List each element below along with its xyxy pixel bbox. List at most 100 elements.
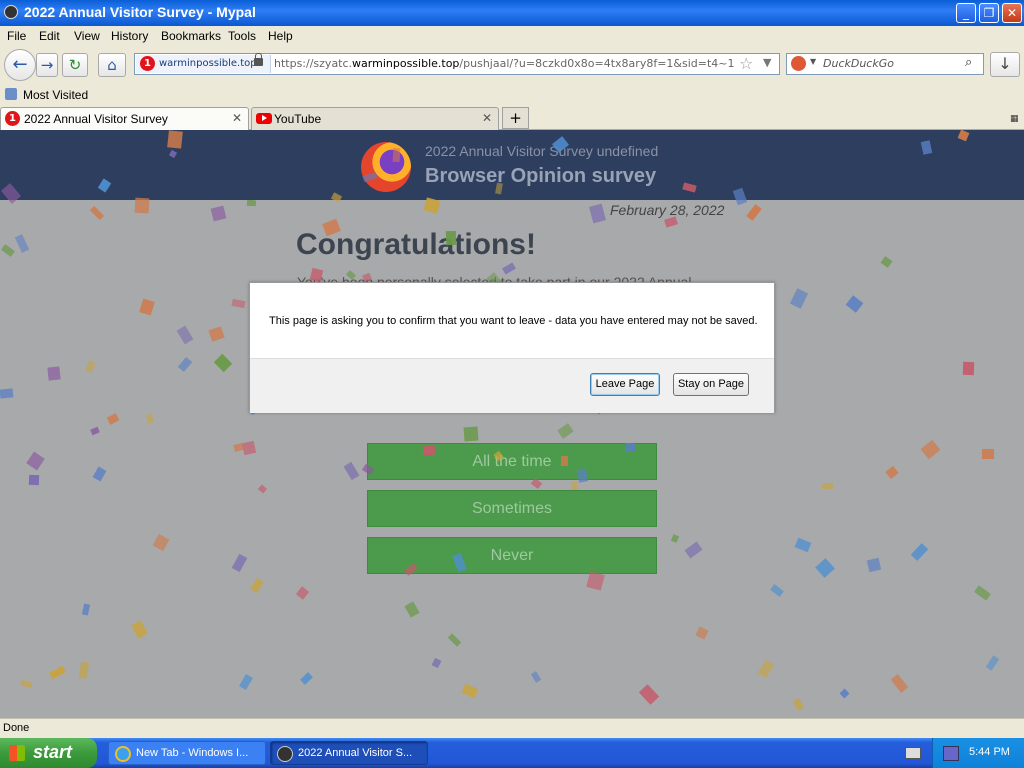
search-icon[interactable]: ⌕ bbox=[965, 55, 972, 70]
page-header: 2022 Annual Visitor Survey undefined Bro… bbox=[0, 130, 1024, 200]
confetti-piece bbox=[445, 230, 457, 246]
bookmark-most-visited[interactable]: Most Visited bbox=[23, 88, 88, 102]
confetti-piece bbox=[131, 620, 148, 639]
confetti-piece bbox=[78, 661, 90, 679]
search-bar[interactable]: ▼ DuckDuckGo ⌕ bbox=[786, 53, 984, 75]
menu-edit[interactable]: Edit bbox=[39, 29, 60, 43]
confetti-piece bbox=[974, 585, 991, 601]
confetti-piece bbox=[770, 584, 784, 597]
confetti-piece bbox=[866, 557, 882, 573]
confetti-piece bbox=[146, 413, 154, 424]
reload-icon: ↻ bbox=[68, 56, 82, 74]
taskbar-item-label: 2022 Annual Visitor S... bbox=[298, 747, 413, 759]
confetti-piece bbox=[589, 203, 606, 224]
confetti-piece bbox=[463, 426, 479, 442]
arrow-right-icon: → bbox=[40, 56, 54, 74]
maximize-button[interactable]: ❐ bbox=[979, 3, 999, 23]
confetti-piece bbox=[134, 197, 150, 214]
start-button[interactable]: start bbox=[0, 738, 97, 768]
confetti-piece bbox=[257, 484, 268, 494]
download-arrow-icon: ↓ bbox=[998, 54, 1012, 73]
url-bar[interactable]: 1 warminpossible.top https://szyatc.warm… bbox=[134, 53, 780, 75]
tab-youtube[interactable]: YouTube ✕ bbox=[251, 107, 499, 130]
confetti-piece bbox=[250, 577, 264, 594]
stay-on-page-button[interactable]: Stay on Page bbox=[673, 373, 749, 396]
confetti-piece bbox=[167, 130, 183, 149]
confetti-piece bbox=[982, 449, 994, 459]
confetti-piece bbox=[839, 688, 850, 699]
search-engine-dropdown-icon[interactable]: ▼ bbox=[810, 57, 816, 66]
identity-domain: warminpossible.top bbox=[159, 58, 257, 69]
duckduckgo-icon[interactable] bbox=[791, 56, 806, 71]
answer-all-the-time-button[interactable]: All the time bbox=[367, 443, 657, 480]
menu-view[interactable]: View bbox=[74, 29, 100, 43]
url-dropdown-icon[interactable]: ▼ bbox=[763, 56, 771, 69]
youtube-icon bbox=[256, 113, 272, 124]
menu-history[interactable]: History bbox=[111, 29, 148, 43]
close-tab-icon[interactable]: ✕ bbox=[232, 111, 242, 125]
home-button[interactable]: ⌂ bbox=[98, 53, 126, 77]
close-tab-icon[interactable]: ✕ bbox=[482, 111, 492, 125]
dialog-message: This page is asking you to confirm that … bbox=[269, 315, 758, 327]
forward-button[interactable]: → bbox=[36, 53, 58, 77]
confetti-piece bbox=[0, 388, 14, 399]
taskbar-item-new-tab-ie[interactable]: New Tab - Windows I... bbox=[108, 741, 266, 765]
confetti-piece bbox=[213, 353, 233, 373]
minimize-button[interactable]: _ bbox=[956, 3, 976, 23]
confetti-piece bbox=[530, 671, 542, 683]
home-icon: ⌂ bbox=[107, 56, 117, 74]
confetti-piece bbox=[404, 601, 420, 618]
confetti-piece bbox=[28, 474, 40, 486]
confetti-piece bbox=[664, 216, 678, 228]
confetti-piece bbox=[757, 659, 775, 679]
keyboard-language-icon[interactable] bbox=[905, 747, 921, 759]
confetti-piece bbox=[695, 626, 709, 640]
windows-taskbar: start New Tab - Windows I... 2022 Annual… bbox=[0, 738, 1024, 768]
confetti-piece bbox=[210, 205, 227, 222]
confetti-piece bbox=[624, 442, 636, 453]
confetti-piece bbox=[502, 262, 516, 275]
confetti-piece bbox=[821, 482, 834, 490]
network-tray-icon[interactable] bbox=[943, 746, 959, 761]
notification-badge[interactable]: 1 bbox=[140, 56, 155, 71]
confetti-piece bbox=[300, 672, 313, 685]
confetti-piece bbox=[231, 298, 246, 309]
taskbar-item-label: New Tab - Windows I... bbox=[136, 747, 249, 759]
menu-file[interactable]: File bbox=[7, 29, 26, 43]
confetti-piece bbox=[392, 147, 401, 163]
taskbar-item-survey-mypal[interactable]: 2022 Annual Visitor S... bbox=[270, 741, 428, 765]
confetti-piece bbox=[20, 679, 33, 689]
dialog-footer: Leave Page Stay on Page bbox=[250, 358, 774, 413]
confetti-piece bbox=[560, 455, 569, 467]
menu-help[interactable]: Help bbox=[268, 29, 293, 43]
lock-icon bbox=[254, 53, 263, 66]
new-tab-button[interactable]: + bbox=[502, 107, 529, 129]
menu-tools[interactable]: Tools bbox=[228, 29, 256, 43]
confetti-piece bbox=[447, 633, 462, 647]
mypal-icon bbox=[277, 746, 293, 762]
url-path: /pushjaal/?u=8czkd0x8o=4tx8ary8f=1&sid=t… bbox=[459, 57, 734, 70]
url-text[interactable]: https://szyatc.warminpossible.top/pushja… bbox=[274, 57, 734, 70]
confetti-piece bbox=[794, 537, 812, 553]
reload-button[interactable]: ↻ bbox=[62, 53, 88, 77]
site-identity-box[interactable]: 1 warminpossible.top bbox=[136, 53, 271, 73]
confetti-piece bbox=[241, 440, 257, 456]
confetti-piece bbox=[106, 413, 120, 425]
menu-bookmarks[interactable]: Bookmarks bbox=[161, 29, 221, 43]
header-title: Browser Opinion survey bbox=[425, 165, 657, 187]
confetti-piece bbox=[570, 480, 579, 491]
confetti-piece bbox=[1, 244, 15, 257]
window-titlebar[interactable]: 2022 Annual Visitor Survey - Mypal _ ❐ ✕ bbox=[0, 0, 1024, 26]
confetti-piece bbox=[295, 586, 310, 600]
downloads-button[interactable]: ↓ bbox=[990, 52, 1020, 77]
status-bar: Done bbox=[0, 718, 1024, 738]
tab-survey[interactable]: 1 2022 Annual Visitor Survey ✕ bbox=[0, 107, 249, 130]
close-window-button[interactable]: ✕ bbox=[1002, 3, 1022, 23]
clock[interactable]: 5:44 PM bbox=[969, 746, 1010, 758]
confetti-piece bbox=[208, 326, 225, 342]
back-button[interactable]: ← bbox=[4, 49, 36, 81]
leave-page-button[interactable]: Leave Page bbox=[590, 373, 660, 396]
answer-sometimes-button[interactable]: Sometimes bbox=[367, 490, 657, 527]
tab-list-icon[interactable]: ▦ bbox=[1010, 114, 1019, 124]
bookmark-star-icon[interactable]: ☆ bbox=[739, 54, 753, 73]
